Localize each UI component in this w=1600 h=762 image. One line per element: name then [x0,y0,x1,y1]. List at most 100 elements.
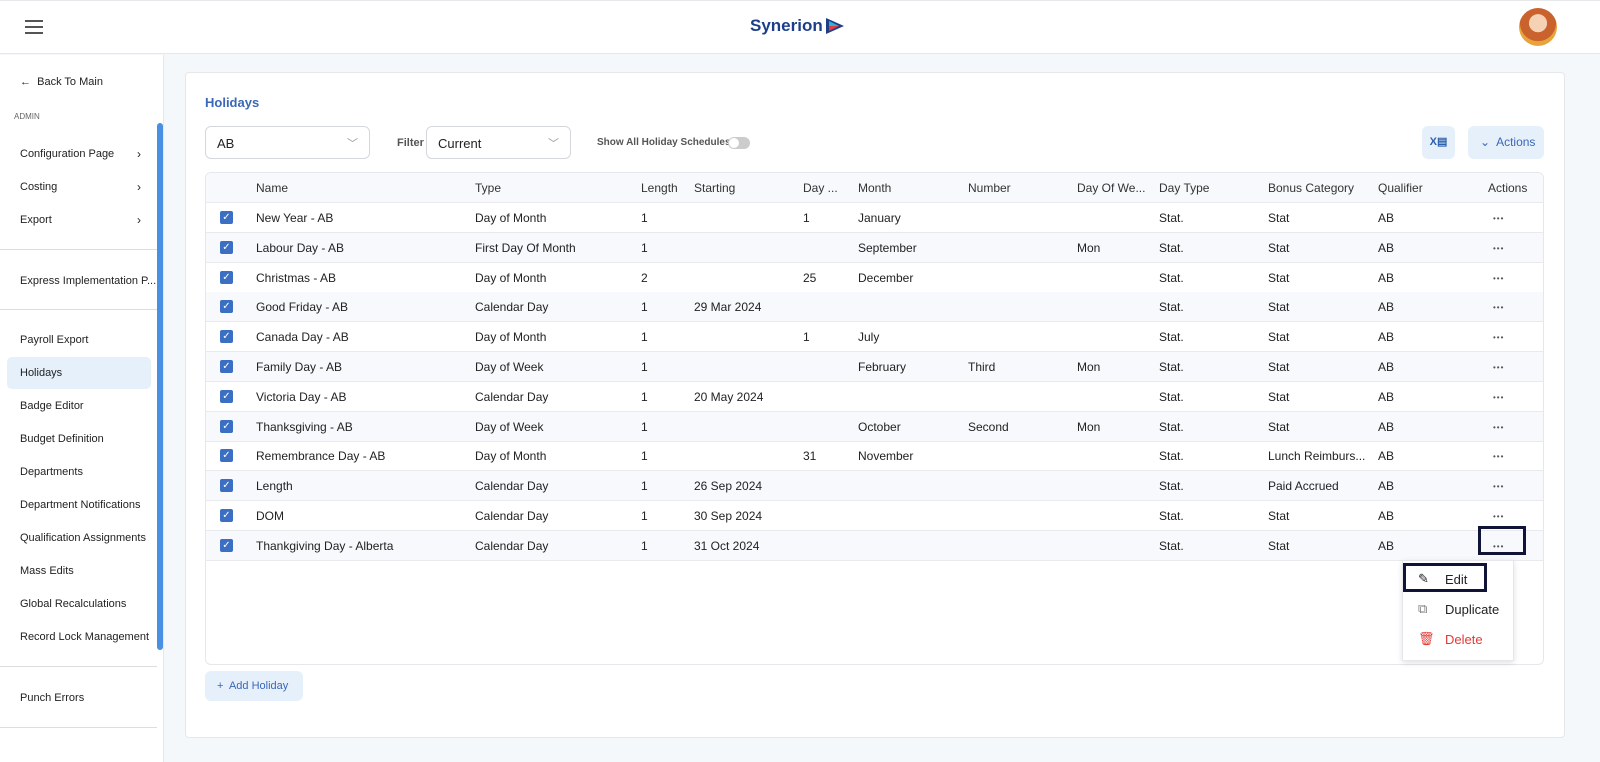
table-cell: AB [1378,509,1395,523]
more-actions-icon[interactable]: ••• [1493,303,1504,312]
table-row[interactable]: ✓ Christmas - AB Day of Month 2 25 December St… [206,263,1543,293]
table-row[interactable]: ✓ DOM Calendar Day 1 30 Sep 2024 Stat. Stat AB •… [206,501,1543,531]
column-header[interactable]: Length [641,181,678,195]
column-header[interactable]: Day Type [1159,181,1209,195]
table-cell: Stat [1268,270,1290,285]
sidebar-item-payroll-export[interactable]: Payroll Export [20,334,88,346]
more-actions-icon[interactable]: ••• [1493,333,1504,342]
filter-select[interactable]: Current ﹀ [426,126,571,159]
table-cell: Stat. [1159,509,1184,523]
more-actions-icon[interactable]: ••• [1493,482,1504,491]
table-row[interactable]: ✓ Family Day - AB Day of Week 1 February Thir… [206,352,1543,382]
column-header[interactable]: Bonus Category [1268,181,1354,195]
row-checkbox[interactable]: ✓ [220,211,233,224]
table-cell: Day of Month [475,449,547,464]
table-cell: Stat [1268,419,1290,434]
column-header[interactable]: Type [475,181,501,195]
sidebar-item-badge-editor[interactable]: Badge Editor [20,400,84,412]
sidebar-item-express-implementation[interactable]: Express Implementation P... [20,275,156,287]
add-holiday-button[interactable]: + Add Holiday [205,671,303,701]
row-checkbox[interactable]: ✓ [220,419,233,433]
table-cell: Calendar Day [475,509,549,523]
column-header[interactable]: Day Of We... [1077,181,1145,195]
table-row[interactable]: ✓ Thanksgiving - AB Day of Week 1 October Sec… [206,411,1543,442]
column-header[interactable]: Qualifier [1378,181,1423,195]
menu-item-delete[interactable]: 🗑 Delete [1403,625,1515,655]
row-checkbox[interactable]: ✓ [220,360,233,373]
more-actions-icon[interactable]: ••• [1493,363,1504,372]
table-row[interactable]: ✓ Victoria Day - AB Calendar Day 1 20 May 20… [206,382,1543,412]
table-cell: AB [1378,419,1395,434]
more-actions-icon[interactable]: ••• [1493,512,1504,521]
table-row[interactable]: ✓ New Year - AB Day of Month 1 1 January Stat.… [206,203,1543,233]
back-to-main-link[interactable]: ← Back To Main [20,76,103,88]
table-row[interactable]: ✓ Remembrance Day - AB Day of Month 1 31 Nove… [206,441,1543,472]
column-header[interactable]: Starting [694,181,735,195]
table-cell: Day of Month [475,330,547,345]
hamburger-icon[interactable] [25,20,43,34]
sidebar-item-mass-edits[interactable]: Mass Edits [20,565,74,577]
column-header[interactable]: Name [256,181,288,195]
table-row[interactable]: ✓ Good Friday - AB Calendar Day 1 29 Mar 202… [206,292,1543,323]
table-cell: Calendar Day [475,300,549,315]
sidebar-item-department-notifications[interactable]: Department Notifications [20,499,140,511]
sidebar-item-qualification-assignments[interactable]: Qualification Assignments [20,532,146,544]
table-cell: 1 [641,538,648,553]
row-checkbox[interactable]: ✓ [220,479,233,493]
table-cell: AB [1378,389,1395,404]
row-checkbox[interactable]: ✓ [220,240,233,254]
chevron-down-icon: ⌄ [1480,135,1491,149]
table-cell: AB [1378,538,1395,553]
row-checkbox[interactable]: ✓ [220,270,233,284]
column-header[interactable]: Actions [1488,181,1527,195]
row-checkbox[interactable]: ✓ [220,449,233,463]
show-all-toggle[interactable] [728,137,750,149]
table-cell: Stat [1268,240,1290,255]
table-cell: Victoria Day - AB [256,389,347,404]
column-header[interactable]: Day ... [803,181,838,195]
row-checkbox[interactable]: ✓ [220,300,233,314]
table-row[interactable]: ✓ Canada Day - AB Day of Month 1 1 July Stat. S… [206,322,1543,353]
table-row[interactable]: ✓ Labour Day - AB First Day Of Month 1 Septe… [206,232,1543,263]
column-header[interactable]: Number [968,181,1011,195]
table-cell: Stat. [1159,419,1184,434]
schedule-select[interactable]: AB ﹀ [205,126,370,159]
table-cell: Lunch Reimburs... [1268,449,1366,464]
table-cell: Mon [1077,419,1101,434]
excel-export-button[interactable]: X▤ [1422,126,1455,159]
sidebar-item-record-lock-management[interactable]: Record Lock Management [20,631,149,643]
row-checkbox[interactable]: ✓ [220,330,233,344]
sidebar-item-departments[interactable]: Departments [20,466,83,478]
sidebar-item-holidays[interactable]: Holidays [20,367,62,379]
more-actions-icon[interactable]: ••• [1493,423,1504,432]
avatar[interactable] [1519,8,1557,46]
actions-button[interactable]: ⌄ Actions [1468,126,1544,159]
row-checkbox[interactable]: ✓ [220,389,233,403]
arrow-left-icon: ← [20,76,31,88]
table-cell: Christmas - AB [256,270,337,285]
sidebar-group-export[interactable]: Export [20,214,52,226]
sidebar-item-global-recalculations[interactable]: Global Recalculations [20,598,126,610]
column-header[interactable]: Month [858,181,891,195]
more-actions-icon[interactable]: ••• [1493,452,1504,461]
menu-item-duplicate[interactable]: ⧉ Duplicate [1403,595,1515,625]
sidebar-scrollbar[interactable] [157,123,163,650]
more-actions-icon[interactable]: ••• [1493,244,1504,253]
table-row[interactable]: ✓ Thankgiving Day - Alberta Calendar Day 1 3… [206,530,1543,561]
sidebar-item-budget-definition[interactable]: Budget Definition [20,433,104,445]
more-actions-icon[interactable]: ••• [1493,214,1504,223]
more-actions-icon[interactable]: ••• [1493,274,1504,283]
row-checkbox[interactable]: ✓ [220,538,233,552]
table-cell: Stat. [1159,360,1184,374]
table-cell: Family Day - AB [256,360,343,374]
sidebar-group-configuration[interactable]: Configuration Page [20,148,114,160]
more-actions-icon[interactable]: ••• [1493,393,1504,402]
page-title: Holidays [205,95,260,110]
table-cell: Day of Month [475,270,547,285]
sidebar-item-punch-errors[interactable]: Punch Errors [20,692,84,704]
row-checkbox[interactable]: ✓ [220,509,233,522]
sidebar-group-costing[interactable]: Costing [20,181,57,193]
table-row[interactable]: ✓ Length Calendar Day 1 26 Sep 2024 Stat. Paid… [206,471,1543,502]
table-cell: Stat [1268,330,1290,345]
holidays-table: Name Type Length Starting Day ... Month Number… [205,172,1544,665]
